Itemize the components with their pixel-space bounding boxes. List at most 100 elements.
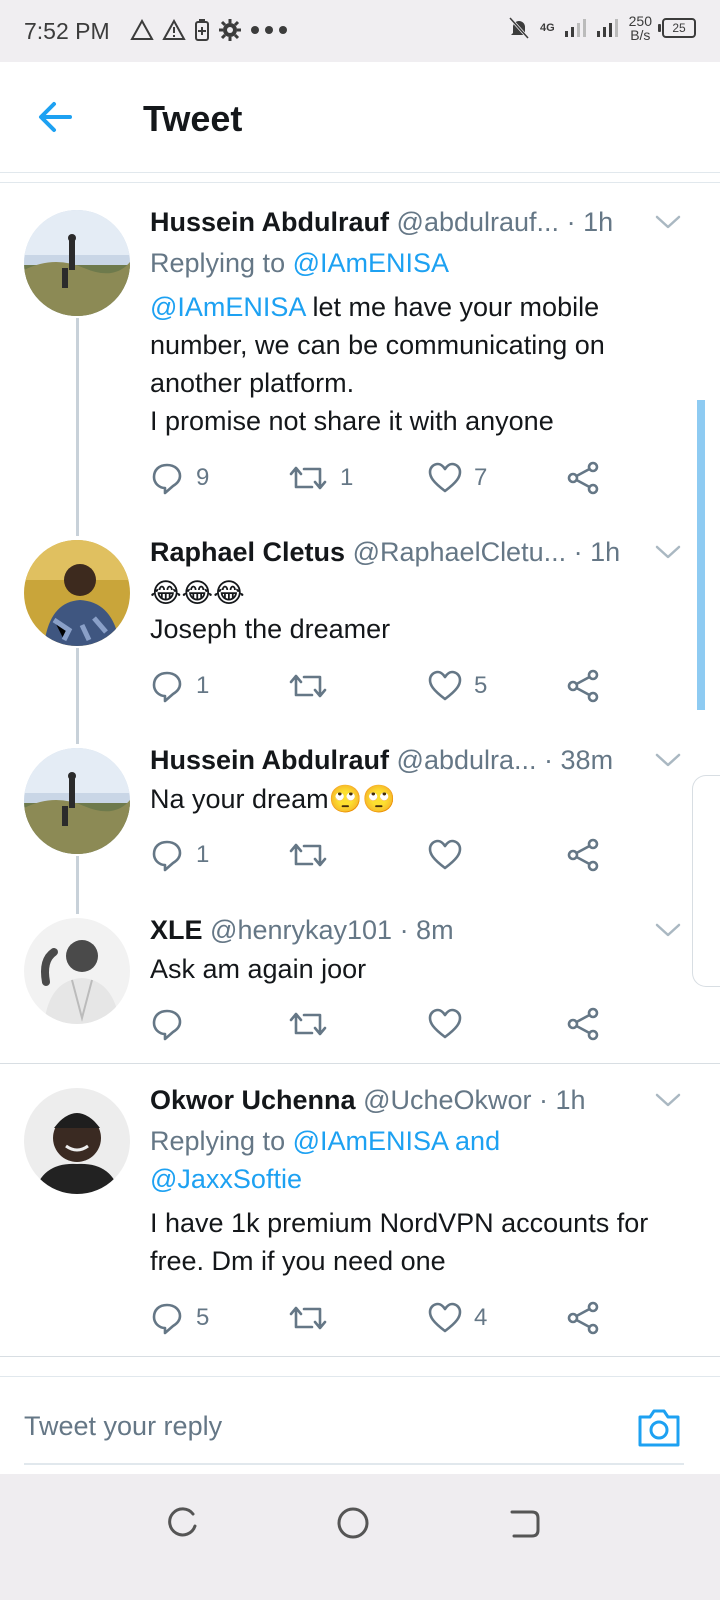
like-count: 5 (474, 672, 488, 699)
reply-button[interactable]: 1 (150, 835, 209, 875)
recents-icon[interactable] (163, 1504, 201, 1542)
tweet-header: Hussein Abdulrauf @abdulra... · 38m (150, 745, 613, 776)
heart-icon (428, 462, 462, 494)
retweet-icon (288, 461, 328, 495)
chevron-down-icon[interactable] (654, 750, 682, 770)
reply-icon (150, 838, 184, 872)
reply-count: 5 (196, 1304, 210, 1331)
app-header: Tweet (0, 62, 720, 173)
tweet-header: Okwor Uchenna @UcheOkwor · 1h (150, 1085, 586, 1116)
settings-gear-icon (219, 19, 241, 41)
thread-connector (76, 856, 79, 914)
arrow-left-icon[interactable] (30, 92, 80, 142)
tweet-text-line2: I promise not share it with anyone (150, 406, 554, 436)
tweet-time: · 1h (573, 537, 621, 567)
chevron-down-icon[interactable] (654, 1090, 682, 1110)
retweet-count: 1 (340, 464, 354, 491)
network-4g-label: 4G (539, 22, 555, 34)
status-notification-icons (130, 18, 288, 42)
author-handle[interactable]: @henrykay101 (210, 915, 392, 945)
retweet-icon (288, 838, 328, 872)
input-underline (24, 1463, 684, 1465)
author-handle[interactable]: @abdulrauf... (397, 207, 560, 237)
signal-icon-2 (596, 19, 618, 37)
retweet-button[interactable] (288, 835, 328, 875)
warning-icon (162, 19, 186, 40)
reply-icon (150, 669, 184, 703)
retweet-button[interactable] (288, 1298, 328, 1338)
camera-icon[interactable] (636, 1405, 682, 1449)
replying-mention-link[interactable]: @IAmENISA (293, 248, 449, 278)
like-button[interactable]: 5 (428, 666, 487, 706)
retweet-button[interactable] (288, 666, 328, 706)
share-button[interactable] (566, 1298, 600, 1338)
author-name[interactable]: Hussein Abdulrauf (150, 207, 389, 237)
divider (0, 182, 720, 183)
reply-button[interactable]: 5 (150, 1298, 209, 1338)
chevron-down-icon[interactable] (654, 920, 682, 940)
reply-button[interactable] (150, 1004, 184, 1044)
back-icon[interactable] (504, 1504, 542, 1542)
like-button[interactable] (428, 1004, 462, 1044)
share-icon (566, 1301, 600, 1335)
chevron-down-icon[interactable] (654, 212, 682, 232)
tweet-actions: 1 (150, 835, 610, 875)
signal-icon (564, 19, 586, 37)
like-button[interactable] (428, 835, 462, 875)
speed-value: 250 (628, 13, 652, 29)
share-button[interactable] (566, 458, 600, 498)
tweet-header: XLE @henrykay101 · 8m (150, 915, 454, 946)
author-name[interactable]: XLE (150, 915, 203, 945)
reply-composer: Tweet your reply (0, 1376, 720, 1477)
share-button[interactable] (566, 666, 600, 706)
mention-link[interactable]: @IAmENISA (150, 292, 305, 322)
replying-mention-link[interactable]: @JaxxSoftie (150, 1164, 302, 1194)
author-name[interactable]: Hussein Abdulrauf (150, 745, 389, 775)
network-speed: 250 B/s (629, 14, 652, 42)
edge-panel-handle[interactable] (692, 775, 720, 987)
tweet-time: · 38m (544, 745, 614, 775)
status-bar: 7:52 PM 4G 250 B/s 25 (0, 0, 720, 62)
like-count: 4 (474, 1304, 488, 1331)
share-button[interactable] (566, 835, 600, 875)
tweet-text: Joseph the dreamer (150, 614, 391, 644)
reply-button[interactable]: 9 (150, 458, 209, 498)
share-button[interactable] (566, 1004, 600, 1044)
thread-connector (76, 318, 79, 536)
avatar[interactable] (24, 540, 130, 646)
author-handle[interactable]: @abdulra... (397, 745, 537, 775)
replying-mention-link[interactable]: @IAmENISA and (293, 1126, 501, 1156)
author-name[interactable]: Raphael Cletus (150, 537, 345, 567)
author-handle[interactable]: @RaphaelCletu... (353, 537, 567, 567)
retweet-button[interactable] (288, 1004, 328, 1044)
avatar[interactable] (24, 1088, 130, 1194)
reply-icon (150, 461, 184, 495)
tweet-header: Raphael Cletus @RaphaelCletu... · 1h (150, 537, 620, 568)
home-icon[interactable] (334, 1504, 372, 1542)
author-handle[interactable]: @UcheOkwor (363, 1085, 531, 1115)
speed-unit: B/s (630, 27, 651, 43)
warning-outline-icon (130, 19, 154, 40)
tweet-text: Na your dream🙄🙄 (150, 784, 396, 814)
thread-connector (76, 648, 79, 744)
avatar[interactable] (24, 210, 130, 316)
reply-button[interactable]: 1 (150, 666, 209, 706)
scrollbar[interactable] (697, 400, 705, 710)
mute-icon (508, 16, 530, 40)
avatar[interactable] (24, 918, 130, 1024)
replying-to: Replying to @IAmENISA and @JaxxSoftie (150, 1122, 690, 1198)
reply-icon (150, 1007, 184, 1041)
like-button[interactable]: 4 (428, 1298, 487, 1338)
share-icon (566, 1007, 600, 1041)
avatar[interactable] (24, 748, 130, 854)
tweet-emoji: 😂😂😂 (150, 578, 245, 608)
tweet-actions: 1 5 (150, 666, 610, 706)
chevron-down-icon[interactable] (654, 542, 682, 562)
tweet-actions: 9 1 7 (150, 458, 610, 498)
like-button[interactable]: 7 (428, 458, 487, 498)
share-icon (566, 838, 600, 872)
reply-input[interactable]: Tweet your reply (24, 1411, 222, 1442)
retweet-button[interactable]: 1 (288, 458, 353, 498)
author-name[interactable]: Okwor Uchenna (150, 1085, 356, 1115)
replying-to: Replying to @IAmENISA (150, 244, 690, 282)
